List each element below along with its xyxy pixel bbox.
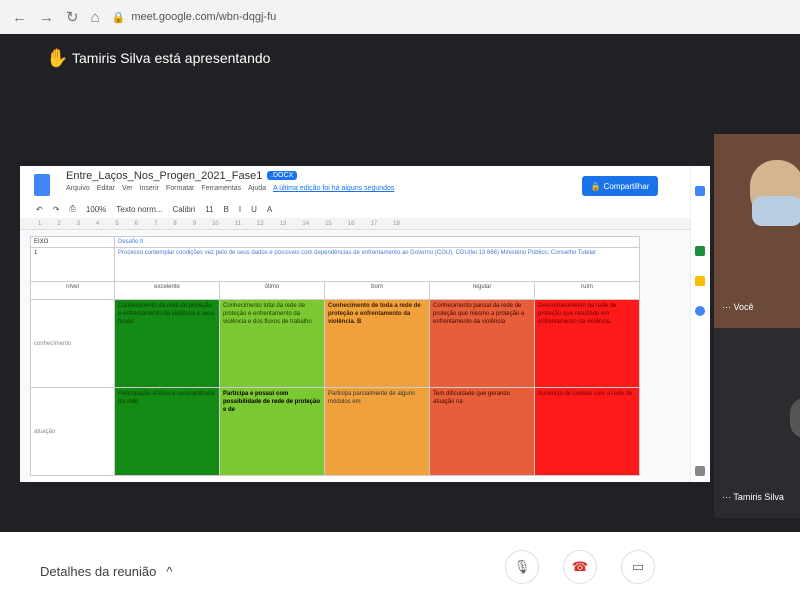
table-cell: 1: [30, 247, 115, 282]
forward-icon[interactable]: →: [39, 9, 54, 26]
address-bar[interactable]: 🔒 meet.google.com/wbn-dqgj-fu: [112, 11, 277, 24]
menu-format[interactable]: Formatar: [166, 185, 194, 192]
menu-tools[interactable]: Ferramentas: [201, 185, 241, 192]
row-label: atuação: [30, 387, 115, 476]
browser-bar: ← → ↻ ⌂ 🔒 meet.google.com/wbn-dqgj-fu: [0, 0, 800, 34]
menu-view[interactable]: Ver: [122, 185, 133, 192]
meet-stage: ✋ Tamiris Silva está apresentando Entre_…: [0, 34, 800, 532]
header-cell: bom: [324, 281, 430, 300]
header-cell: regular: [429, 281, 535, 300]
document-canvas: EIXO Desafio II 1 Processo contemplar co…: [20, 230, 690, 482]
url-text: meet.google.com/wbn-dqgj-fu: [131, 11, 277, 23]
table-cell: Ausência de contato com a rede de: [534, 387, 640, 476]
avatar: [790, 398, 800, 438]
reload-icon[interactable]: ↻: [66, 8, 79, 26]
docs-menu: Arquivo Editar Ver Inserir Formatar Ferr…: [66, 185, 394, 192]
docs-side-panel: [690, 166, 710, 482]
presenter-text: Tamiris Silva está apresentando: [72, 50, 271, 66]
table-cell: Conhecimento da rede de proteção e enfre…: [114, 299, 220, 388]
row-label: conhecimento: [30, 299, 115, 388]
presenting-icon: ✋: [46, 48, 69, 68]
header-cell: ruim: [534, 281, 640, 300]
menu-help[interactable]: Ajuda: [248, 185, 266, 192]
rubric-table: EIXO Desafio II 1 Processo contemplar co…: [30, 236, 640, 476]
meeting-details-label: Detalhes da reunião: [40, 564, 157, 579]
camera-icon: ▭: [631, 559, 645, 574]
menu-edit[interactable]: Editar: [97, 185, 115, 192]
microphone-icon: 🎙: [513, 559, 531, 574]
participant-name: ··· Você: [722, 302, 754, 312]
end-call-button[interactable]: ☎: [563, 550, 597, 584]
participant-video-mask: [752, 196, 800, 226]
table-cell: EIXO: [30, 236, 115, 248]
text-color-icon[interactable]: A: [267, 205, 272, 214]
home-icon[interactable]: ⌂: [91, 9, 100, 26]
table-cell: Conhecimento de toda a rede de proteção …: [324, 299, 430, 388]
back-icon[interactable]: ←: [12, 9, 27, 26]
person-icon[interactable]: [695, 186, 705, 196]
zoom-select[interactable]: 100%: [86, 205, 106, 214]
hang-up-icon: ☎: [571, 559, 589, 574]
header-cell: ótimo: [219, 281, 325, 300]
participant-tile-presenter[interactable]: ··· Tamiris Silva: [714, 328, 800, 518]
undo-icon[interactable]: ↶: [36, 205, 43, 214]
presenter-banner: ✋ Tamiris Silva está apresentando: [46, 48, 270, 68]
print-icon[interactable]: ⎙: [69, 204, 75, 214]
table-cell: Processo contemplar condições vez pelo d…: [114, 247, 640, 282]
docs-logo-icon[interactable]: [34, 174, 50, 196]
table-header-row: nível excelente ótimo bom regular ruim: [30, 281, 640, 300]
table-cell: Conhecimento parcial da rede de proteção…: [429, 299, 535, 388]
meeting-details-button[interactable]: Detalhes da reunião ^: [40, 564, 172, 579]
table-cell: Desconhecimento da rede de proteção que …: [534, 299, 640, 388]
table-row: conhecimento Conhecimento da rede de pro…: [30, 299, 640, 388]
lock-icon: 🔒: [111, 11, 126, 24]
table-cell: Participa parcialmente de alguns módulos…: [324, 387, 430, 476]
docx-badge: .DOCX: [267, 171, 298, 180]
camera-button[interactable]: ▭: [621, 550, 655, 584]
menu-insert[interactable]: Inserir: [140, 185, 159, 192]
participant-name: ··· Tamiris Silva: [722, 492, 784, 502]
share-label: Compartilhar: [603, 181, 650, 191]
table-cell: Desafio II: [114, 236, 640, 248]
bold-icon[interactable]: B: [224, 205, 229, 214]
table-row: atuação Participação efetiva e compartil…: [30, 387, 640, 476]
microphone-button[interactable]: 🎙: [505, 550, 539, 584]
tasks-icon[interactable]: [695, 306, 705, 316]
table-cell: Tem dificuldade que gerando atuação na: [429, 387, 535, 476]
font-select[interactable]: Calibri: [173, 205, 196, 214]
last-edit-link[interactable]: A última edição foi há alguns segundos: [273, 185, 394, 192]
keep-icon[interactable]: [695, 276, 705, 286]
underline-icon[interactable]: U: [251, 205, 257, 214]
table-cell: Conhecimento total da rede de proteção e…: [219, 299, 325, 388]
header-cell: excelente: [114, 281, 220, 300]
shared-screen: Entre_Laços_Nos_Progen_2021_Fase1 .DOCX …: [20, 166, 710, 482]
expand-icon[interactable]: [695, 466, 705, 476]
table-cell: Participa e possui com possibilidade de …: [219, 387, 325, 476]
redo-icon[interactable]: ↷: [53, 205, 60, 214]
doc-title[interactable]: Entre_Laços_Nos_Progen_2021_Fase1: [66, 170, 262, 182]
font-size-field[interactable]: 11: [205, 205, 213, 214]
participant-tile-self[interactable]: ··· Você: [714, 134, 800, 328]
header-cell: nível: [30, 281, 115, 300]
lock-icon: 🔒: [590, 181, 601, 191]
chevron-up-icon: ^: [166, 564, 173, 579]
table-cell: Participação efetiva e compartilhada da …: [114, 387, 220, 476]
menu-file[interactable]: Arquivo: [66, 185, 90, 192]
style-select[interactable]: Texto norm...: [116, 205, 162, 214]
ruler: 1 2 3 4 5 6 7 8 9 10 11 12 13 14 15 16 17 18: [20, 218, 690, 230]
meeting-controls-bar: Detalhes da reunião ^ 🎙 ☎ ▭: [0, 532, 800, 590]
docs-toolbar: ↶ ↷ ⎙ 100% Texto norm... Calibri 11 B I …: [20, 200, 710, 218]
document-page: EIXO Desafio II 1 Processo contemplar co…: [30, 236, 640, 482]
calendar-icon[interactable]: [695, 246, 705, 256]
share-button[interactable]: 🔒 Compartilhar: [582, 176, 658, 196]
italic-icon[interactable]: I: [239, 205, 241, 214]
